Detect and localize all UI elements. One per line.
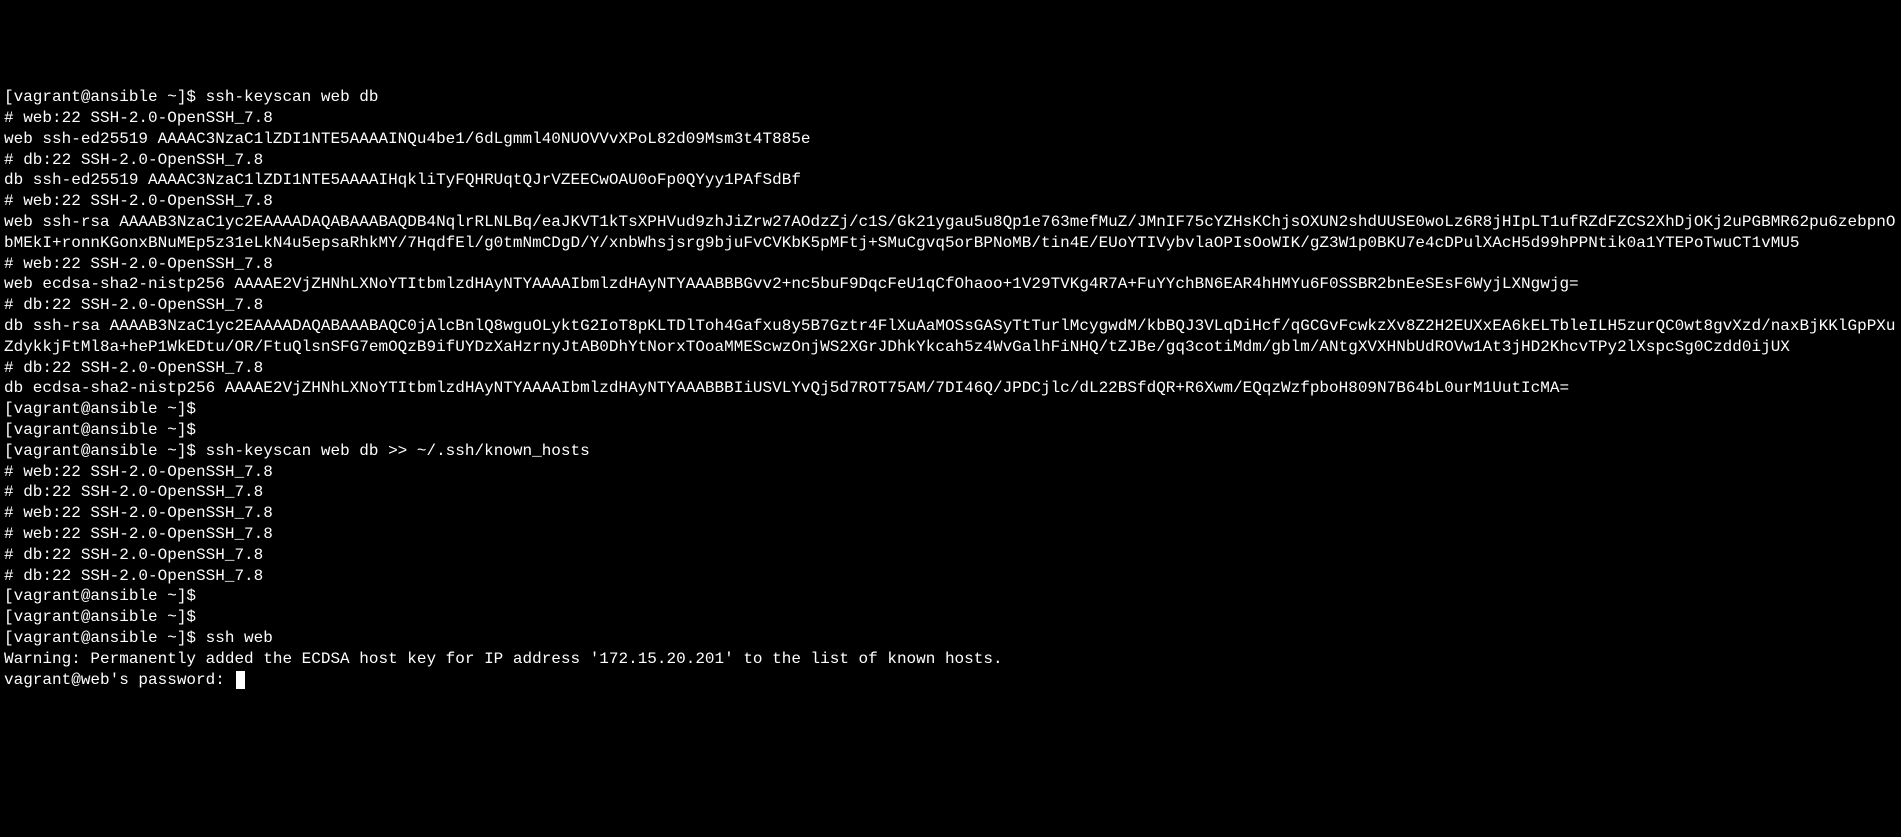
- terminal-line: web ecdsa-sha2-nistp256 AAAAE2VjZHNhLXNo…: [4, 274, 1897, 295]
- terminal-line: [vagrant@ansible ~]$ ssh-keyscan web db …: [4, 441, 1897, 462]
- terminal-line: # db:22 SSH-2.0-OpenSSH_7.8: [4, 566, 1897, 587]
- terminal-line: web ssh-ed25519 AAAAC3NzaC1lZDI1NTE5AAAA…: [4, 129, 1897, 150]
- terminal-line: [vagrant@ansible ~]$: [4, 420, 1897, 441]
- terminal-line: # web:22 SSH-2.0-OpenSSH_7.8: [4, 524, 1897, 545]
- terminal-line: web ssh-rsa AAAAB3NzaC1yc2EAAAADAQABAAAB…: [4, 212, 1897, 254]
- shell-command: ssh-keyscan web db: [206, 88, 379, 106]
- terminal-line: # db:22 SSH-2.0-OpenSSH_7.8: [4, 482, 1897, 503]
- terminal-output-text: # web:22 SSH-2.0-OpenSSH_7.8: [4, 525, 273, 543]
- terminal-output-text: web ecdsa-sha2-nistp256 AAAAE2VjZHNhLXNo…: [4, 275, 1579, 293]
- terminal-line: [vagrant@ansible ~]$ ssh-keyscan web db: [4, 87, 1897, 108]
- terminal-line: Warning: Permanently added the ECDSA hos…: [4, 649, 1897, 670]
- shell-command: ssh-keyscan web db >> ~/.ssh/known_hosts: [206, 442, 590, 460]
- terminal-output-text: # db:22 SSH-2.0-OpenSSH_7.8: [4, 296, 263, 314]
- shell-prompt: [vagrant@ansible ~]$: [4, 88, 206, 106]
- terminal-output-text: db ssh-ed25519 AAAAC3NzaC1lZDI1NTE5AAAAI…: [4, 171, 801, 189]
- terminal-output-text: vagrant@web's password:: [4, 671, 234, 689]
- terminal-line: # web:22 SSH-2.0-OpenSSH_7.8: [4, 254, 1897, 275]
- terminal-output-text: Warning: Permanently added the ECDSA hos…: [4, 650, 1003, 668]
- terminal-line: # db:22 SSH-2.0-OpenSSH_7.8: [4, 358, 1897, 379]
- terminal-output-text: db ssh-rsa AAAAB3NzaC1yc2EAAAADAQABAAABA…: [4, 317, 1896, 356]
- terminal-line: db ssh-ed25519 AAAAC3NzaC1lZDI1NTE5AAAAI…: [4, 170, 1897, 191]
- terminal-output-text: # web:22 SSH-2.0-OpenSSH_7.8: [4, 504, 273, 522]
- shell-prompt: [vagrant@ansible ~]$: [4, 442, 206, 460]
- terminal-output-text: db ecdsa-sha2-nistp256 AAAAE2VjZHNhLXNoY…: [4, 379, 1569, 397]
- terminal-line: vagrant@web's password:: [4, 670, 1897, 691]
- terminal-cursor: [236, 671, 245, 689]
- terminal-line: # web:22 SSH-2.0-OpenSSH_7.8: [4, 108, 1897, 129]
- terminal-line: # web:22 SSH-2.0-OpenSSH_7.8: [4, 503, 1897, 524]
- terminal-output-text: # db:22 SSH-2.0-OpenSSH_7.8: [4, 567, 263, 585]
- shell-prompt: [vagrant@ansible ~]$: [4, 587, 206, 605]
- terminal-output-text: # web:22 SSH-2.0-OpenSSH_7.8: [4, 255, 273, 273]
- shell-prompt: [vagrant@ansible ~]$: [4, 629, 206, 647]
- shell-prompt: [vagrant@ansible ~]$: [4, 400, 206, 418]
- terminal-line: # web:22 SSH-2.0-OpenSSH_7.8: [4, 191, 1897, 212]
- terminal-line: [vagrant@ansible ~]$ ssh web: [4, 628, 1897, 649]
- terminal-output-text: # db:22 SSH-2.0-OpenSSH_7.8: [4, 546, 263, 564]
- terminal-line: # db:22 SSH-2.0-OpenSSH_7.8: [4, 545, 1897, 566]
- shell-prompt: [vagrant@ansible ~]$: [4, 608, 206, 626]
- terminal-output-text: # db:22 SSH-2.0-OpenSSH_7.8: [4, 359, 263, 377]
- terminal-output-text: web ssh-rsa AAAAB3NzaC1yc2EAAAADAQABAAAB…: [4, 213, 1896, 252]
- terminal-line: # db:22 SSH-2.0-OpenSSH_7.8: [4, 150, 1897, 171]
- terminal-line: [vagrant@ansible ~]$: [4, 586, 1897, 607]
- shell-command: ssh web: [206, 629, 273, 647]
- terminal-line: [vagrant@ansible ~]$: [4, 607, 1897, 628]
- terminal-output-text: # db:22 SSH-2.0-OpenSSH_7.8: [4, 483, 263, 501]
- shell-prompt: [vagrant@ansible ~]$: [4, 421, 206, 439]
- terminal-line: [vagrant@ansible ~]$: [4, 399, 1897, 420]
- terminal-line: db ecdsa-sha2-nistp256 AAAAE2VjZHNhLXNoY…: [4, 378, 1897, 399]
- terminal-output-text: web ssh-ed25519 AAAAC3NzaC1lZDI1NTE5AAAA…: [4, 130, 811, 148]
- terminal-output[interactable]: [vagrant@ansible ~]$ ssh-keyscan web db#…: [4, 87, 1897, 690]
- terminal-output-text: # web:22 SSH-2.0-OpenSSH_7.8: [4, 463, 273, 481]
- terminal-line: # db:22 SSH-2.0-OpenSSH_7.8: [4, 295, 1897, 316]
- terminal-line: # web:22 SSH-2.0-OpenSSH_7.8: [4, 462, 1897, 483]
- terminal-output-text: # web:22 SSH-2.0-OpenSSH_7.8: [4, 192, 273, 210]
- terminal-line: db ssh-rsa AAAAB3NzaC1yc2EAAAADAQABAAABA…: [4, 316, 1897, 358]
- terminal-output-text: # web:22 SSH-2.0-OpenSSH_7.8: [4, 109, 273, 127]
- terminal-output-text: # db:22 SSH-2.0-OpenSSH_7.8: [4, 151, 263, 169]
